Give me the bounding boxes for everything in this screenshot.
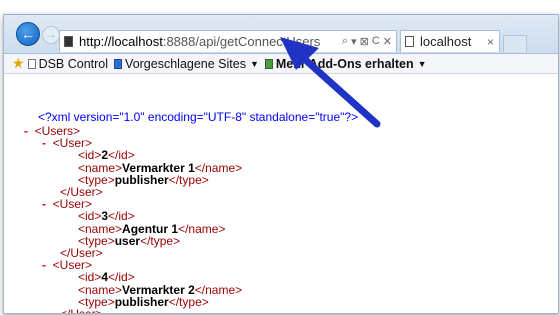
xml-tag: </id>	[108, 148, 135, 162]
browser-window: ← → http://localhost:8888/api/getConnect…	[3, 14, 559, 314]
xml-document: <?xml version="1.0" encoding="UTF-8" sta…	[4, 74, 558, 313]
stop-icon[interactable]: ✕	[383, 35, 392, 48]
dropdown-icon[interactable]: ▾	[351, 35, 357, 48]
compat-view-icon[interactable]: ⊠	[360, 35, 369, 48]
xml-id-line: <id>4</id>	[78, 270, 135, 284]
xml-tag: <id>	[78, 209, 102, 223]
favorite-dsb-control[interactable]: DSB Control	[27, 56, 109, 71]
xml-id-line: <id>2</id>	[78, 148, 135, 162]
favorite-get-addons[interactable]: Mehr Add-Ons erhalten ▼	[264, 56, 427, 71]
back-button[interactable]: ←	[16, 22, 40, 46]
collapse-toggle[interactable]: -	[24, 124, 28, 138]
collapse-toggle[interactable]: -	[42, 136, 46, 150]
xml-tag: <id>	[78, 148, 102, 162]
favorite-label: DSB Control	[38, 56, 109, 71]
xml-tag: <id>	[78, 270, 102, 284]
xml-declaration: <?xml version="1.0" encoding="UTF-8" sta…	[38, 110, 359, 124]
xml-user-close: </User>	[60, 307, 103, 314]
favorite-label: Vorgeschlagene Sites	[125, 56, 246, 71]
address-host: http://localhost	[79, 34, 163, 49]
new-tab-button[interactable]	[503, 35, 527, 52]
arrow-left-icon: ←	[21, 26, 35, 42]
ie-icon	[114, 58, 123, 69]
collapse-toggle[interactable]: -	[42, 258, 46, 272]
arrow-right-icon: →	[45, 28, 57, 41]
xml-tag: </type>	[168, 295, 209, 309]
tab-title: localhost	[420, 34, 472, 49]
xml-value: publisher	[114, 173, 169, 187]
browser-toolbar: ← → http://localhost:8888/api/getConnect…	[4, 15, 558, 53]
xml-tag: </id>	[108, 209, 135, 223]
address-path: :8888/api/getConnectUsers	[162, 34, 321, 49]
chevron-down-icon: ▼	[417, 58, 427, 69]
address-tools: ⌕ ▾ ⊠ C ✕	[342, 35, 392, 48]
xml-tag: </name>	[178, 222, 226, 236]
address-url[interactable]: http://localhost:8888/api/getConnectUser…	[79, 34, 342, 49]
tab-localhost[interactable]: localhost ×	[400, 30, 500, 52]
page-icon	[64, 36, 73, 47]
favorites-bar: ★ DSB Control Vorgeschlagene Sites ▼ Mehr…	[4, 53, 558, 74]
star-icon[interactable]: ★	[12, 55, 25, 72]
search-icon[interactable]: ⌕	[342, 35, 348, 48]
page-icon	[264, 58, 273, 69]
tab-page-icon	[405, 36, 414, 47]
address-bar[interactable]: http://localhost:8888/api/getConnectUser…	[59, 30, 397, 52]
favorite-label: Mehr Add-Ons erhalten	[275, 56, 414, 71]
page-icon	[27, 58, 36, 69]
xml-tag: </type>	[168, 173, 209, 187]
forward-button[interactable]: →	[42, 26, 60, 44]
collapse-toggle[interactable]: -	[42, 197, 46, 211]
xml-id-line: <id>3</id>	[78, 209, 135, 223]
xml-value: publisher	[114, 295, 169, 309]
favorite-suggested-sites[interactable]: Vorgeschlagene Sites ▼	[114, 57, 259, 71]
tab-close-icon[interactable]: ×	[487, 35, 494, 49]
xml-value: user	[114, 234, 141, 248]
refresh-icon[interactable]: C	[372, 35, 380, 48]
xml-tag: </id>	[108, 270, 135, 284]
xml-tag: </type>	[140, 234, 181, 248]
chevron-down-icon: ▼	[249, 58, 259, 69]
